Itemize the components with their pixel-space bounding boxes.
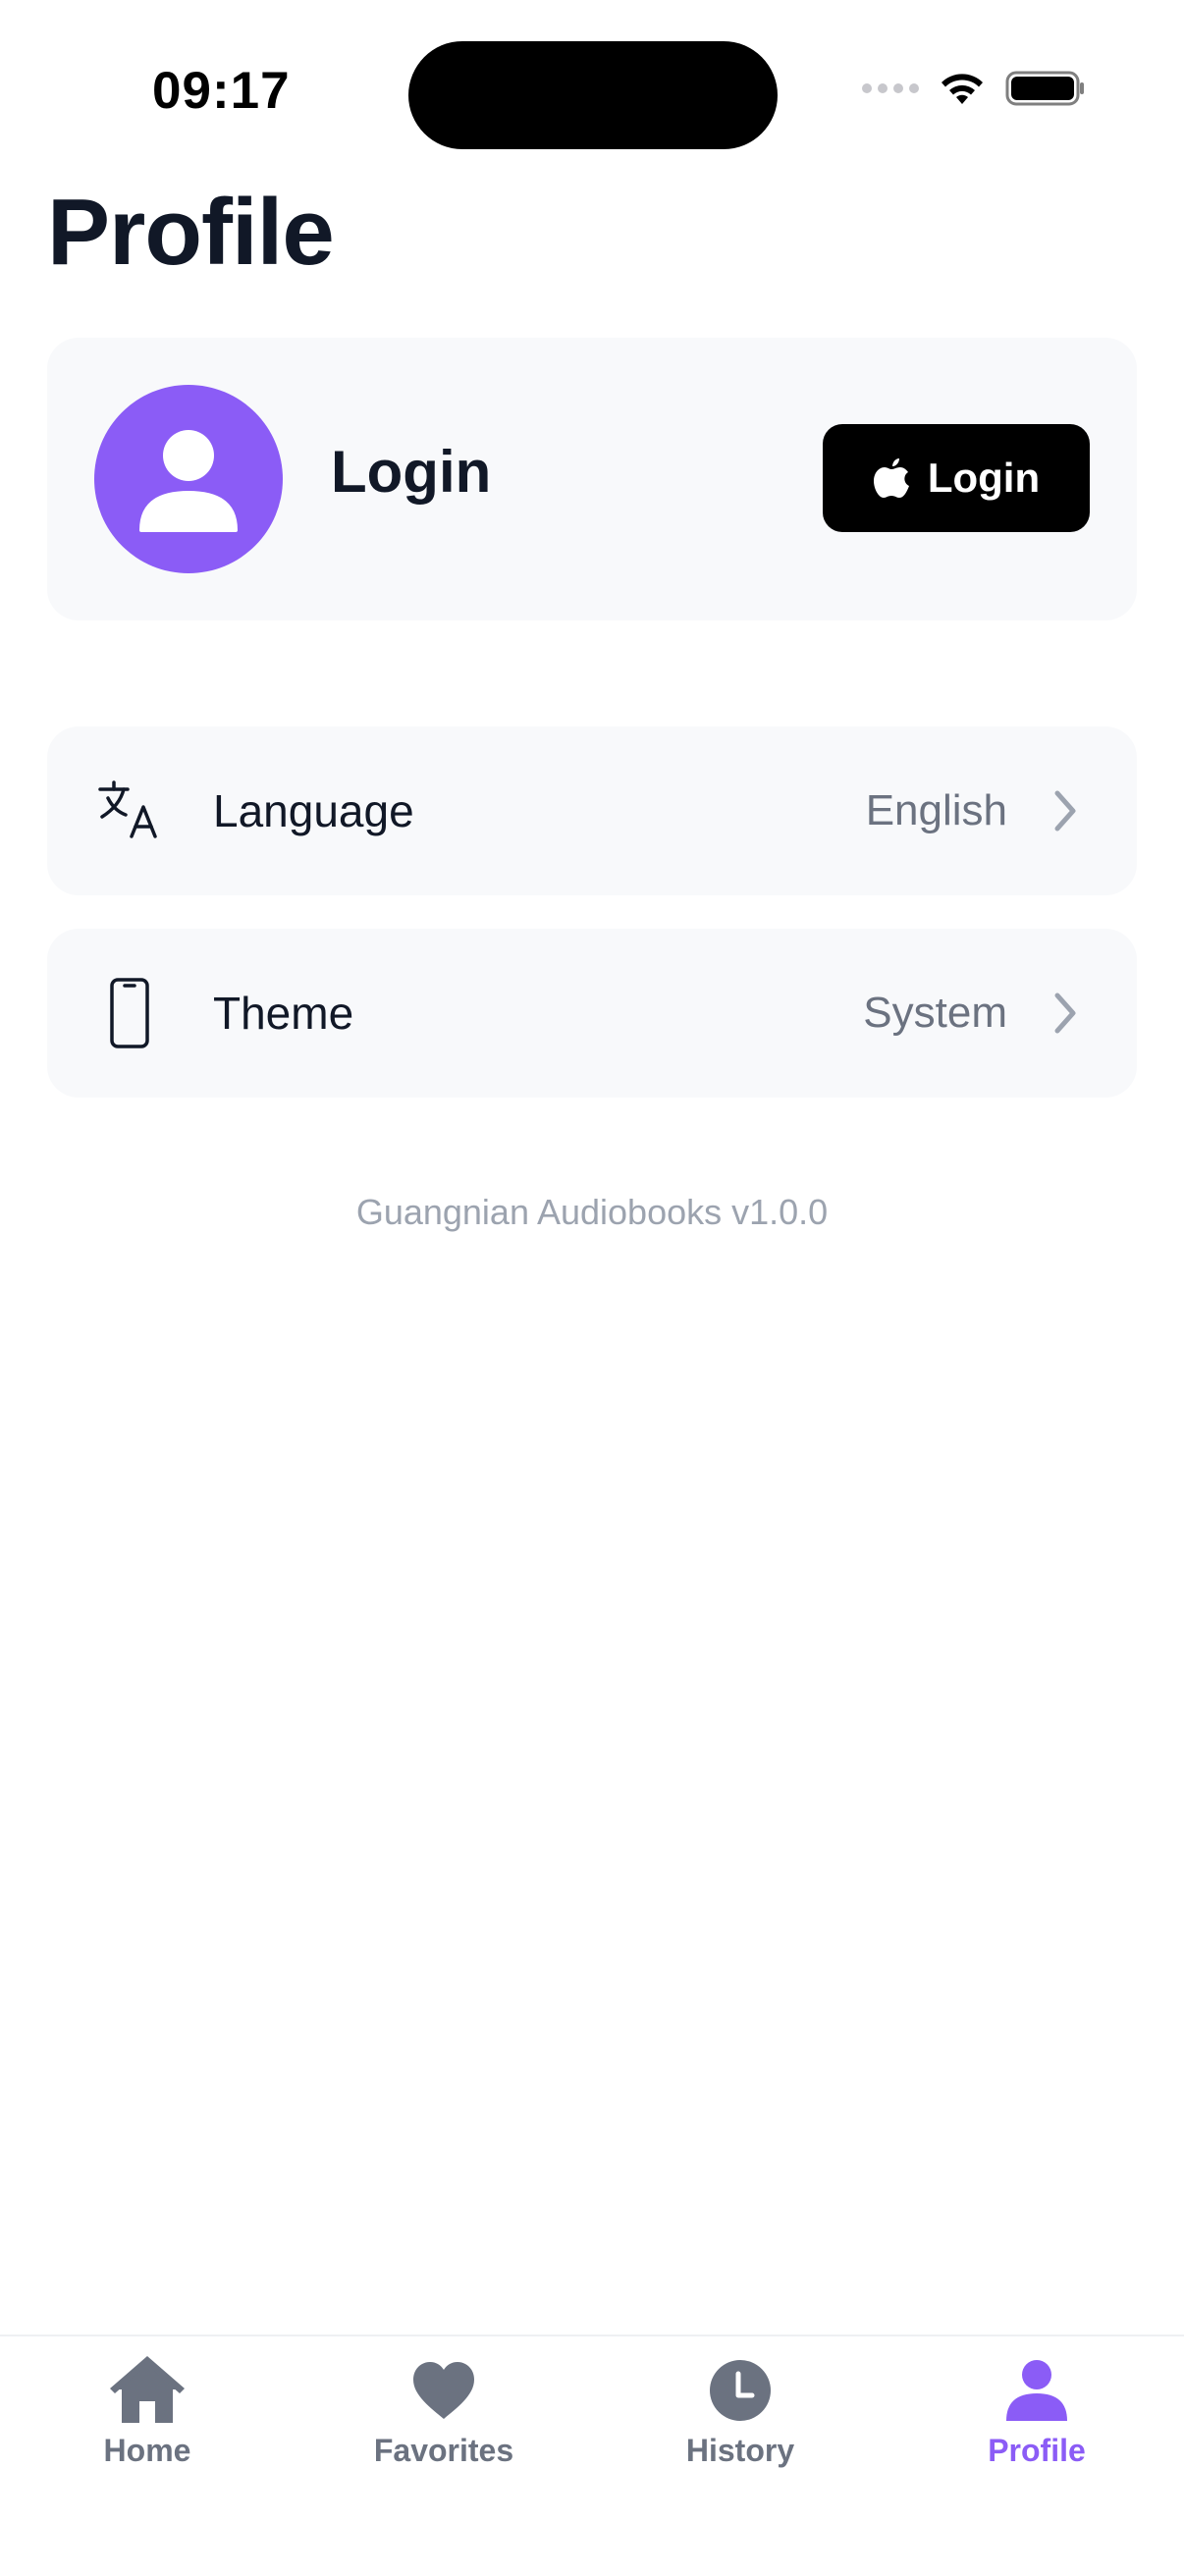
- account-card: Login Login: [47, 338, 1137, 620]
- avatar: [94, 385, 283, 573]
- account-name: Login: [331, 439, 492, 505]
- login-button-label: Login: [927, 455, 1041, 501]
- apple-icon: [873, 458, 909, 498]
- theme-setting-row[interactable]: Theme System: [47, 929, 1137, 1098]
- person-icon: [1006, 2360, 1067, 2421]
- theme-label: Theme: [213, 988, 354, 1039]
- dynamic-island: [408, 41, 778, 149]
- battery-icon: [1005, 71, 1084, 106]
- home-icon: [110, 2356, 185, 2423]
- tab-profile-label: Profile: [988, 2433, 1086, 2468]
- chevron-right-icon: [1054, 993, 1076, 1034]
- wifi-icon: [942, 74, 983, 104]
- app-version: Guangnian Audiobooks v1.0.0: [355, 1192, 829, 1232]
- language-value: English: [865, 786, 1007, 834]
- status-bar: 09:17: [0, 0, 1184, 157]
- tab-home[interactable]: Home: [49, 2356, 245, 2494]
- page-title: Profile: [47, 180, 335, 285]
- tab-profile[interactable]: Profile: [939, 2356, 1135, 2494]
- translate-icon: [98, 780, 157, 838]
- tab-favorites[interactable]: Favorites: [346, 2356, 542, 2494]
- status-time: 09:17: [152, 62, 291, 120]
- apple-login-button[interactable]: Login: [823, 424, 1090, 532]
- chevron-right-icon: [1054, 790, 1076, 832]
- theme-value: System: [863, 989, 1007, 1037]
- person-icon: [139, 430, 238, 532]
- tab-bar: Home Favorites History Profile: [0, 2334, 1184, 2576]
- language-setting-row[interactable]: Language English: [47, 726, 1137, 895]
- tab-favorites-label: Favorites: [373, 2433, 514, 2468]
- status-indicators: [862, 69, 1086, 108]
- tab-home-label: Home: [103, 2433, 191, 2468]
- heart-icon: [413, 2362, 474, 2419]
- language-label: Language: [213, 785, 414, 836]
- tab-history-label: History: [685, 2433, 795, 2468]
- clock-icon: [710, 2360, 771, 2421]
- cellular-signal-icon: [862, 83, 919, 93]
- phone-icon: [110, 978, 149, 1048]
- tab-history[interactable]: History: [642, 2356, 838, 2494]
